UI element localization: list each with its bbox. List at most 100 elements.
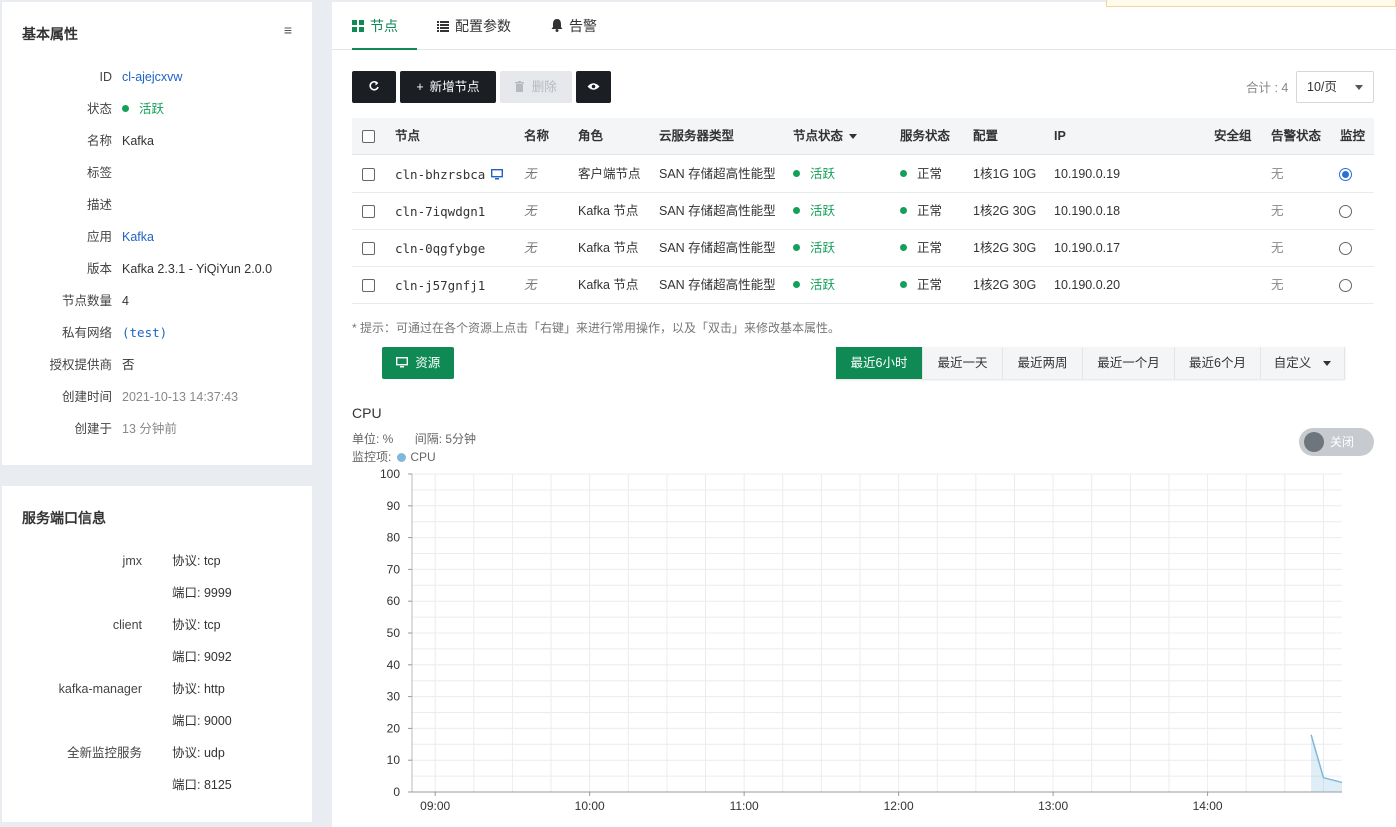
chart-meta-units: 单位: % 间隔: 5分钟 — [352, 430, 476, 447]
cell-node-id[interactable]: cln-bhzrsbca — [395, 156, 504, 193]
prop-value: 4 — [122, 294, 129, 308]
monitor-radio[interactable] — [1339, 279, 1352, 292]
table-row[interactable]: cln-j57gnfj1 无 Kafka 节点 SAN 存储超高性能型 活跃 正常 1核2G… — [352, 267, 1374, 304]
port-row: kafka-manager 协议: http — [2, 679, 312, 699]
row-checkbox[interactable] — [362, 279, 375, 292]
add-node-label: 新增节点 — [429, 80, 480, 94]
delete-button[interactable]: 删除 — [500, 71, 572, 103]
time-range-label: 最近一天 — [937, 356, 988, 370]
cell-config: 1核1G 10G — [973, 156, 1036, 193]
page-size-select[interactable]: 10/页 — [1296, 71, 1374, 103]
time-range-option[interactable]: 最近一天 — [923, 347, 1003, 379]
cell-node-id-text: cln-7iqwdgn1 — [395, 204, 486, 219]
prop-label: 名称 — [86, 134, 112, 148]
cell-ip-text: 10.190.0.20 — [1054, 278, 1121, 292]
unit-text: 单位: % — [352, 432, 394, 446]
col-name: 名称 — [524, 129, 550, 143]
time-range-label: 自定义 — [1273, 356, 1312, 370]
row-checkbox[interactable] — [362, 168, 375, 181]
add-node-button[interactable]: + 新增节点 — [400, 71, 496, 103]
time-range-option[interactable]: 最近两周 — [1003, 347, 1083, 379]
refresh-button[interactable] — [352, 71, 396, 103]
y-tick-label: 50 — [387, 626, 401, 640]
cell-node-id[interactable]: cln-7iqwdgn1 — [395, 193, 485, 230]
port-detail: 端口: 9999 — [172, 586, 232, 600]
port-detail: 端口: 9092 — [172, 650, 232, 664]
prop-row: 私有网络 (test) — [2, 323, 312, 343]
cell-name-text: 无 — [524, 204, 537, 218]
cell-service-status-text: 正常 — [917, 241, 943, 255]
vnc-monitor-icon[interactable] — [491, 167, 504, 182]
status-dot-icon — [793, 170, 800, 177]
row-checkbox[interactable] — [362, 205, 375, 218]
cpu-chart: 0 10 20 30 40 50 60 70 80 90 100 09:00 10:00 11:00 12:… — [380, 467, 1343, 813]
cell-config-text: 1核1G 10G — [973, 167, 1037, 181]
cell-role: Kafka 节点 — [578, 230, 638, 267]
time-range-label: 最近6个月 — [1189, 356, 1246, 370]
col-config: 配置 — [973, 129, 999, 143]
monitor-toggle[interactable]: 关闭 — [1299, 428, 1374, 456]
resource-button[interactable]: 资源 — [382, 347, 454, 379]
prop-label: 创建时间 — [61, 390, 112, 404]
sort-icon — [849, 134, 858, 139]
view-toggle-button[interactable] — [576, 71, 611, 103]
tab-nodes-label: 节点 — [370, 18, 398, 34]
status-dot-icon — [900, 207, 907, 214]
monitor-radio[interactable] — [1339, 168, 1352, 181]
prop-label: 版本 — [86, 262, 112, 276]
time-range-option[interactable]: 最近一个月 — [1083, 347, 1175, 379]
prop-value[interactable]: (test) — [122, 323, 167, 343]
cell-name: 无 — [524, 230, 537, 267]
select-all-checkbox[interactable] — [362, 130, 375, 143]
time-range-label: 最近两周 — [1017, 356, 1068, 370]
monitor-items-label: 监控项: — [352, 450, 392, 464]
time-range-label: 最近一个月 — [1097, 356, 1160, 370]
table-row[interactable]: cln-0qgfybge 无 Kafka 节点 SAN 存储超高性能型 活跃 正常 1核2G… — [352, 230, 1374, 267]
time-range-option[interactable]: 自定义 — [1261, 347, 1345, 379]
x-tick-label: 13:00 — [1038, 799, 1068, 813]
prop-value[interactable]: Kafka — [122, 227, 154, 247]
status-text: 活跃 — [139, 102, 165, 116]
prop-value[interactable]: cl-ajejcxvw — [122, 67, 182, 87]
basic-properties-title: 基本属性 — [22, 26, 78, 42]
table-row[interactable]: cln-7iqwdgn1 无 Kafka 节点 SAN 存储超高性能型 活跃 正常 1核2G… — [352, 193, 1374, 230]
interval-text: 间隔: 5分钟 — [414, 432, 477, 446]
chart-legend: 监控项: CPU — [352, 448, 436, 465]
legend-series-name[interactable]: CPU — [410, 450, 435, 464]
cell-role-text: Kafka 节点 — [578, 278, 639, 292]
tab-alerts[interactable]: 告警 — [551, 2, 597, 50]
time-range-option[interactable]: 最近6小时 — [836, 347, 923, 379]
chevron-down-icon — [1355, 85, 1363, 90]
cell-alert-status-text: 无 — [1271, 241, 1284, 255]
time-range-option[interactable]: 最近6个月 — [1175, 347, 1261, 379]
cell-server-type-text: SAN 存储超高性能型 — [659, 241, 776, 255]
port-service-name: 全新监控服务 — [66, 746, 142, 760]
col-node-status[interactable]: 节点状态 — [793, 118, 858, 155]
cell-alert-status-text: 无 — [1271, 278, 1284, 292]
monitor-radio[interactable] — [1339, 205, 1352, 218]
tab-nodes[interactable]: 节点 — [352, 2, 417, 50]
cell-service-status-text: 正常 — [917, 204, 943, 218]
x-tick-label: 09:00 — [420, 799, 450, 813]
cell-ip: 10.190.0.19 — [1054, 156, 1120, 193]
row-checkbox[interactable] — [362, 242, 375, 255]
cell-node-id[interactable]: cln-j57gnfj1 — [395, 267, 485, 304]
menu-icon[interactable]: ≡ — [284, 22, 292, 38]
cell-node-id[interactable]: cln-0qgfybge — [395, 230, 485, 267]
cell-role-text: Kafka 节点 — [578, 204, 639, 218]
chart-title: CPU — [352, 405, 382, 421]
cell-node-status-text: 活跃 — [810, 167, 836, 181]
cell-name-text: 无 — [524, 241, 537, 255]
prop-row: 状态 活跃 — [2, 99, 312, 119]
cell-name: 无 — [524, 193, 537, 230]
y-tick-label: 100 — [380, 467, 400, 481]
cell-name: 无 — [524, 267, 537, 304]
table-row[interactable]: cln-bhzrsbca 无 客户端节点 SAN 存储超高性能型 活跃 正常 1核1G 10… — [352, 156, 1374, 193]
monitor-radio[interactable] — [1339, 242, 1352, 255]
tab-config-params[interactable]: 配置参数 — [437, 2, 511, 50]
cell-config-text: 1核2G 30G — [973, 204, 1037, 218]
port-row: 端口: 9999 — [2, 583, 312, 603]
cell-server-type: SAN 存储超高性能型 — [659, 230, 776, 267]
cell-server-type: SAN 存储超高性能型 — [659, 156, 776, 193]
prop-value: 否 — [122, 358, 135, 372]
